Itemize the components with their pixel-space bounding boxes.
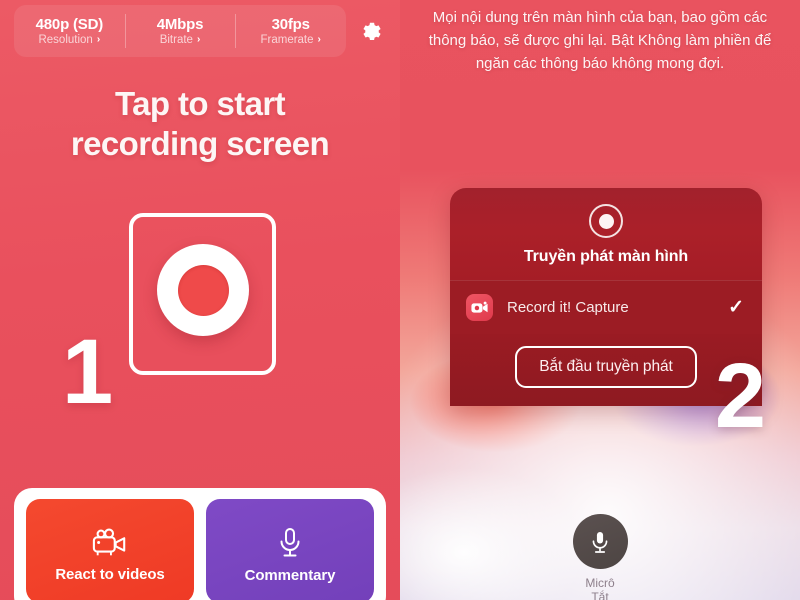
record-circle-icon: [177, 264, 229, 316]
chevron-right-icon: ›: [96, 34, 101, 45]
settings-gear-button[interactable]: [354, 14, 388, 48]
gear-icon: [363, 22, 381, 41]
right-panel-cast-dialog: Mọi nội dung trên màn hình của bạn, bao …: [400, 0, 800, 600]
page-title-line-2: recording screen: [70, 125, 330, 162]
setting-framerate[interactable]: 30fps Framerate ›: [235, 5, 346, 57]
setting-bitrate-row: Bitrate ›: [160, 34, 201, 47]
mic-toggle-label: Micrô Tắt: [585, 576, 614, 600]
record-button[interactable]: [157, 244, 249, 336]
commentary-button[interactable]: Commentary: [206, 499, 374, 600]
setting-resolution-row: Resolution ›: [38, 34, 100, 47]
react-to-videos-button[interactable]: React to videos: [26, 499, 194, 600]
screenshot-root: 480p (SD) Resolution › 4Mbps Bitrate › 3…: [0, 0, 800, 600]
start-broadcast-button[interactable]: Bắt đầu truyền phát: [515, 346, 697, 388]
step-numeral-2: 2: [714, 345, 766, 447]
mic-toggle-control[interactable]: Micrô Tắt: [400, 514, 800, 600]
setting-resolution-label: Resolution: [38, 33, 93, 46]
left-panel-app-home: 480p (SD) Resolution › 4Mbps Bitrate › 3…: [0, 0, 400, 600]
setting-framerate-value: 30fps: [271, 15, 310, 33]
cast-record-icon: [589, 204, 623, 238]
chevron-right-icon: ›: [196, 34, 201, 45]
checkmark-icon: ✓: [728, 297, 744, 318]
setting-resolution[interactable]: 480p (SD) Resolution ›: [14, 5, 125, 57]
setting-framerate-label: Framerate: [260, 33, 314, 46]
camcorder-glyph-icon: [471, 301, 488, 313]
cast-record-icon-dot: [598, 213, 614, 229]
cast-dialog-header: Truyền phát màn hình: [450, 188, 762, 280]
bottom-action-tray: React to videos Commentary: [14, 488, 386, 600]
microphone-icon: [592, 531, 608, 553]
page-title: Tap to start recording screen: [0, 84, 400, 164]
setting-framerate-row: Framerate ›: [260, 34, 320, 47]
setting-bitrate-value: 4Mbps: [156, 15, 204, 33]
record-it-capture-app-icon: [466, 294, 493, 321]
mic-toggle-button[interactable]: [572, 514, 628, 569]
cast-device-option-row[interactable]: Record it! Capture ✓: [450, 280, 762, 334]
setting-resolution-value: 480p (SD): [35, 15, 104, 33]
page-title-line-1: Tap to start: [114, 85, 286, 122]
recording-notice-text: Mọi nội dung trên màn hình của bạn, bao …: [428, 9, 772, 72]
microphone-icon: [280, 527, 300, 556]
mic-toggle-label-state: Tắt: [591, 590, 609, 600]
mic-toggle-label-name: Micrô: [585, 576, 615, 590]
cast-dialog-title: Truyền phát màn hình: [523, 248, 689, 265]
chevron-right-icon: ›: [317, 34, 321, 45]
react-to-videos-label: React to videos: [55, 565, 165, 583]
step-numeral-1: 1: [62, 321, 114, 423]
video-camera-icon: [92, 528, 126, 555]
setting-bitrate[interactable]: 4Mbps Bitrate ›: [124, 5, 236, 57]
cast-device-option-label: Record it! Capture: [507, 299, 629, 316]
setting-bitrate-label: Bitrate: [159, 33, 193, 46]
settings-bar: 480p (SD) Resolution › 4Mbps Bitrate › 3…: [14, 5, 346, 57]
commentary-label: Commentary: [244, 566, 336, 584]
